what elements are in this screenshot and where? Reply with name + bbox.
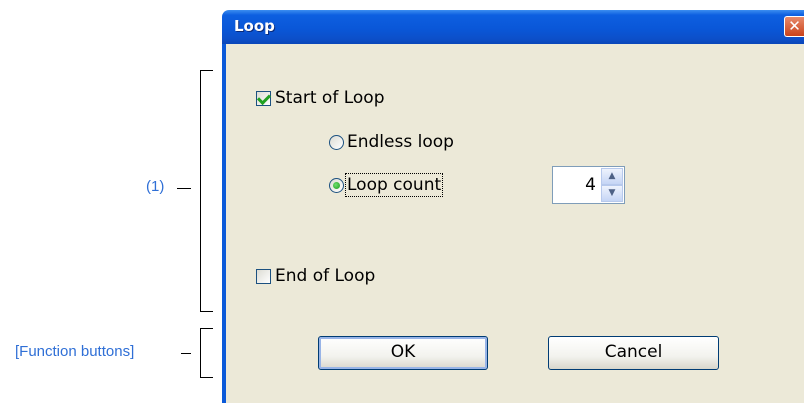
function-buttons-leader: [181, 353, 191, 354]
dialog-client-area: Start of Loop Endless loop Loop count 4 …: [222, 44, 804, 403]
chevron-up-icon[interactable]: ▲: [601, 168, 623, 185]
endless-loop-label[interactable]: Endless loop: [347, 132, 454, 152]
function-buttons-bracket-top: [200, 328, 213, 329]
section-1-bracket-bottom: [200, 311, 213, 312]
function-buttons-bracket-bottom: [200, 377, 213, 378]
ok-button[interactable]: OK: [318, 336, 488, 370]
endless-loop-radio[interactable]: [329, 135, 344, 150]
end-of-loop-checkbox[interactable]: [256, 269, 271, 284]
section-1-annotation: (1): [146, 178, 165, 195]
section-1-bracket-top: [200, 70, 213, 71]
loop-count-spinner[interactable]: 4 ▲ ▼: [552, 166, 625, 204]
chevron-down-icon[interactable]: ▼: [601, 185, 623, 202]
start-of-loop-label[interactable]: Start of Loop: [275, 88, 385, 108]
end-of-loop-label[interactable]: End of Loop: [275, 266, 375, 286]
start-of-loop-checkbox[interactable]: [256, 91, 271, 106]
function-buttons-bracket: [200, 328, 201, 378]
cancel-button[interactable]: Cancel: [548, 336, 719, 370]
loop-count-label[interactable]: Loop count: [344, 173, 444, 197]
close-icon[interactable]: ✕: [784, 16, 804, 37]
title-bar[interactable]: Loop ✕: [222, 10, 804, 44]
loop-dialog: Loop ✕ Start of Loop Endless loop Loop c…: [222, 10, 804, 403]
dialog-title: Loop: [234, 17, 275, 35]
section-1-leader: [177, 188, 191, 189]
section-1-bracket: [200, 70, 201, 312]
function-buttons-annotation: [Function buttons]: [15, 343, 135, 360]
loop-count-radio[interactable]: [329, 178, 344, 193]
loop-count-value[interactable]: 4: [585, 175, 596, 195]
